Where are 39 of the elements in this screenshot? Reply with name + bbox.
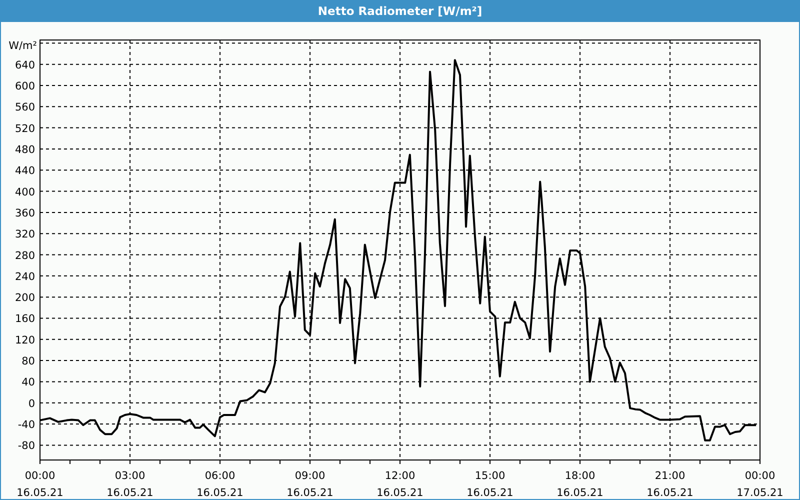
x-tick-label: 00:00 bbox=[24, 470, 56, 482]
y-tick-label: 320 bbox=[14, 228, 35, 241]
window-title: Netto Radiometer [W/m²] bbox=[318, 4, 482, 18]
x-tick-label: 21:00 bbox=[654, 470, 686, 482]
x-tick-date: 16.05.21 bbox=[286, 487, 334, 499]
x-tick-date: 16.05.21 bbox=[556, 487, 604, 499]
y-tick-label: -40 bbox=[18, 419, 35, 432]
y-tick-label: -80 bbox=[18, 440, 35, 452]
y-tick-label: 640 bbox=[14, 59, 35, 72]
y-tick-label: 400 bbox=[14, 186, 35, 198]
y-tick-label: 0 bbox=[28, 398, 35, 410]
x-tick-label: 00:00 bbox=[744, 470, 776, 482]
x-tick-date: 16.05.21 bbox=[376, 487, 424, 499]
y-axis-label: W/m² bbox=[8, 40, 37, 52]
x-tick-date: 16.05.21 bbox=[106, 487, 154, 499]
x-tick-date: 17.05.21 bbox=[736, 487, 784, 499]
x-tick-label: 12:00 bbox=[384, 470, 416, 482]
x-tick-label: 09:00 bbox=[294, 470, 326, 482]
y-tick-label: 600 bbox=[14, 80, 35, 92]
y-tick-label: 160 bbox=[14, 313, 35, 326]
x-tick-date: 16.05.21 bbox=[646, 487, 694, 499]
x-tick-date: 16.05.21 bbox=[466, 487, 514, 499]
y-tick-label: 440 bbox=[14, 165, 35, 178]
y-tick-label: 40 bbox=[22, 376, 35, 389]
y-tick-label: 280 bbox=[14, 250, 35, 262]
y-tick-label: 200 bbox=[14, 292, 35, 304]
y-tick-label: 80 bbox=[22, 356, 35, 368]
y-tick-label: 240 bbox=[14, 270, 35, 283]
x-tick-label: 03:00 bbox=[114, 470, 146, 482]
y-tick-label: 120 bbox=[14, 334, 35, 346]
y-tick-label: 360 bbox=[14, 207, 35, 220]
x-tick-label: 15:00 bbox=[474, 470, 506, 482]
y-tick-label: 560 bbox=[14, 102, 35, 114]
x-tick-label: 18:00 bbox=[564, 470, 596, 482]
x-tick-label: 06:00 bbox=[204, 470, 236, 482]
x-tick-date: 16.05.21 bbox=[196, 487, 244, 499]
y-tick-label: 480 bbox=[14, 144, 35, 156]
x-tick-date: 16.05.21 bbox=[16, 487, 64, 499]
y-tick-label: 520 bbox=[14, 122, 35, 135]
